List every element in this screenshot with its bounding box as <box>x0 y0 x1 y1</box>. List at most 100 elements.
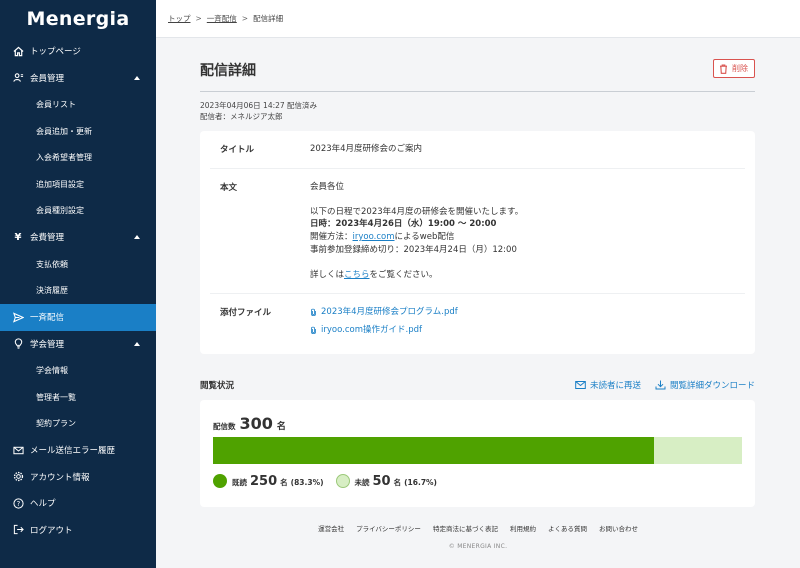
read-count: 250 <box>250 473 278 489</box>
footer-link-privacy[interactable]: プライバシーポリシー <box>356 523 421 533</box>
logout-icon <box>12 524 24 536</box>
sidebar-item-admins[interactable]: 管理者一覧 <box>0 384 156 411</box>
sidebar-item-payment-request[interactable]: 支払依頼 <box>0 251 156 278</box>
svg-text:?: ? <box>16 500 20 508</box>
resend-unread-button[interactable]: 未読者に再送 <box>575 379 641 391</box>
paperclip-icon <box>311 308 316 317</box>
page-header: 配信詳細 削除 <box>200 38 755 92</box>
sender-info: 配信者：メネルジア太郎 <box>200 112 283 121</box>
attachment-name: iryoo.com操作ガイド.pdf <box>321 324 422 335</box>
footer-link-company[interactable]: 運営会社 <box>318 523 344 533</box>
total-number: 300 <box>239 413 273 433</box>
delete-button[interactable]: 削除 <box>713 59 755 78</box>
detail-card: タイトル 2023年4月度研修会のご案内 本文 会員各位 以下の日程で2023年… <box>200 131 755 354</box>
sidebar-item-member-add[interactable]: 会員追加・更新 <box>0 118 156 145</box>
total-label: 配信数 <box>213 421 236 431</box>
iryoo-link[interactable]: iryoo.com <box>353 232 395 242</box>
users-icon <box>12 72 24 84</box>
attachments-list: 2023年4月度研修会プログラム.pdf iryoo.com操作ガイド.pdf <box>310 306 735 341</box>
sidebar-item-label: アカウント情報 <box>30 472 90 483</box>
sidebar-item-label: 決済履歴 <box>36 286 68 296</box>
sidebar-item-label: 会員種別設定 <box>36 206 84 216</box>
download-icon <box>655 380 666 390</box>
sidebar-item-label: 入会希望者管理 <box>36 153 92 163</box>
sidebar-item-member-management[interactable]: 会員管理 <box>0 65 156 92</box>
mail-icon <box>12 444 24 456</box>
read-status-title: 閲覧状況 <box>200 380 235 391</box>
more-suffix: をご覧ください。 <box>369 269 438 280</box>
sidebar-item-society-management[interactable]: 学会管理 <box>0 331 156 358</box>
sidebar-item-applicants[interactable]: 入会希望者管理 <box>0 144 156 171</box>
attachment-link[interactable]: 2023年4月度研修会プログラム.pdf <box>310 306 735 319</box>
page-title: 配信詳細 <box>200 63 256 79</box>
sidebar-item-label: 学会情報 <box>36 365 68 375</box>
download-label: 閲覧詳細ダウンロード <box>669 380 755 391</box>
sidebar-item-label: 支払依頼 <box>36 259 68 269</box>
breadcrumb-current: 配信詳細 <box>253 14 284 23</box>
sidebar-item-society-info[interactable]: 学会情報 <box>0 357 156 384</box>
detail-row-body: 本文 会員各位 以下の日程で2023年4月度の研修会を開催いたします。 日時：2… <box>210 169 745 295</box>
sidebar-nav: トップページ 会員管理 会員リスト 会員追加・更新 入会希望者管理 追加項目設定… <box>0 38 156 543</box>
sidebar-item-custom-fields[interactable]: 追加項目設定 <box>0 171 156 198</box>
resend-label: 未読者に再送 <box>589 380 641 391</box>
title-label: タイトル <box>220 145 255 155</box>
sidebar-item-account[interactable]: アカウント情報 <box>0 464 156 491</box>
help-icon: ? <box>12 497 24 509</box>
sidebar-item-plan[interactable]: 契約プラン <box>0 410 156 437</box>
breadcrumb-top-link[interactable]: トップ <box>168 13 191 24</box>
sidebar-item-payment-history[interactable]: 決済履歴 <box>0 277 156 304</box>
footer: 運営会社 プライバシーポリシー 特定商法に基づく表記 利用規約 よくある質問 お… <box>156 523 800 550</box>
sidebar-item-label: 一斉配信 <box>30 313 65 324</box>
total-count: 配信数 300 名 <box>213 414 742 433</box>
footer-link-commerce-law[interactable]: 特定商法に基づく表記 <box>433 523 498 533</box>
title-value: 2023年4月度研修会のご案内 <box>310 144 423 154</box>
more-prefix: 詳しくは <box>310 269 345 280</box>
attachment-name: 2023年4月度研修会プログラム.pdf <box>321 307 458 318</box>
unread-label: 未読 <box>354 477 370 487</box>
home-icon <box>12 45 24 57</box>
sidebar-item-mail-errors[interactable]: メール送信エラー履歴 <box>0 437 156 464</box>
read-legend: 既読 250 名 (83.3%) 未読 50 名 (16.7%) <box>213 474 742 489</box>
breadcrumb-broadcast-link[interactable]: 一斉配信 <box>207 13 237 24</box>
body-label: 本文 <box>220 182 238 193</box>
attachment-link[interactable]: iryoo.com操作ガイド.pdf <box>310 324 735 337</box>
sidebar-item-top[interactable]: トップページ <box>0 38 156 65</box>
details-link[interactable]: こちら <box>344 270 370 280</box>
detail-row-attachments: 添付ファイル 2023年4月度研修会プログラム.pdf iryoo.com操作ガ… <box>210 294 745 353</box>
sidebar: Menergia トップページ 会員管理 会員リスト 会員追加・更新 入会希望者… <box>0 0 156 568</box>
sidebar-item-member-list[interactable]: 会員リスト <box>0 91 156 118</box>
body-greeting: 会員各位 <box>310 181 345 192</box>
gear-icon <box>12 471 24 483</box>
paperclip-icon <box>311 326 316 334</box>
footer-link-terms[interactable]: 利用規約 <box>510 523 536 533</box>
sidebar-item-label: 追加項目設定 <box>36 179 84 189</box>
footer-link-contact[interactable]: お問い合わせ <box>599 523 638 533</box>
footer-link-faq[interactable]: よくある質問 <box>548 523 587 533</box>
method-suffix: によるweb配信 <box>394 231 455 242</box>
download-details-button[interactable]: 閲覧詳細ダウンロード <box>655 379 755 391</box>
sidebar-item-help[interactable]: ? ヘルプ <box>0 490 156 517</box>
unread-unit: 名 <box>393 477 402 487</box>
unread-count: 50 <box>372 473 391 489</box>
breadcrumb-separator: > <box>195 14 202 23</box>
app-logo[interactable]: Menergia <box>0 0 156 38</box>
lightbulb-icon <box>12 338 24 350</box>
sidebar-item-fee-management[interactable]: ¥ 会費管理 <box>0 224 156 251</box>
read-status-actions: 未読者に再送 閲覧詳細ダウンロード <box>575 379 755 391</box>
sent-info: 2023年04月06日 14:27 配信済み <box>200 101 318 110</box>
sidebar-item-broadcast[interactable]: 一斉配信 <box>0 303 156 331</box>
read-status-header: 閲覧状況 未読者に再送 閲覧詳細ダウンロード <box>200 376 755 394</box>
legend-read: 既読 250 名 (83.3%) <box>213 474 324 489</box>
unread-dot-icon <box>335 474 350 489</box>
caret-up-icon <box>134 341 140 346</box>
yen-icon: ¥ <box>14 231 22 243</box>
mail-icon <box>575 380 586 389</box>
sidebar-item-label: 会員リスト <box>36 99 76 109</box>
sidebar-item-logout[interactable]: ログアウト <box>0 517 156 544</box>
detail-row-title: タイトル 2023年4月度研修会のご案内 <box>210 131 745 169</box>
sidebar-item-member-types[interactable]: 会員種別設定 <box>0 198 156 225</box>
body-value: 会員各位 以下の日程で2023年4月度の研修会を開催いたします。 日時：2023… <box>310 181 735 282</box>
copyright: © MENERGIA INC. <box>448 543 508 550</box>
trash-icon <box>720 63 727 74</box>
body-line: 以下の日程で2023年4月度の研修会を開催いたします。 <box>310 206 524 217</box>
